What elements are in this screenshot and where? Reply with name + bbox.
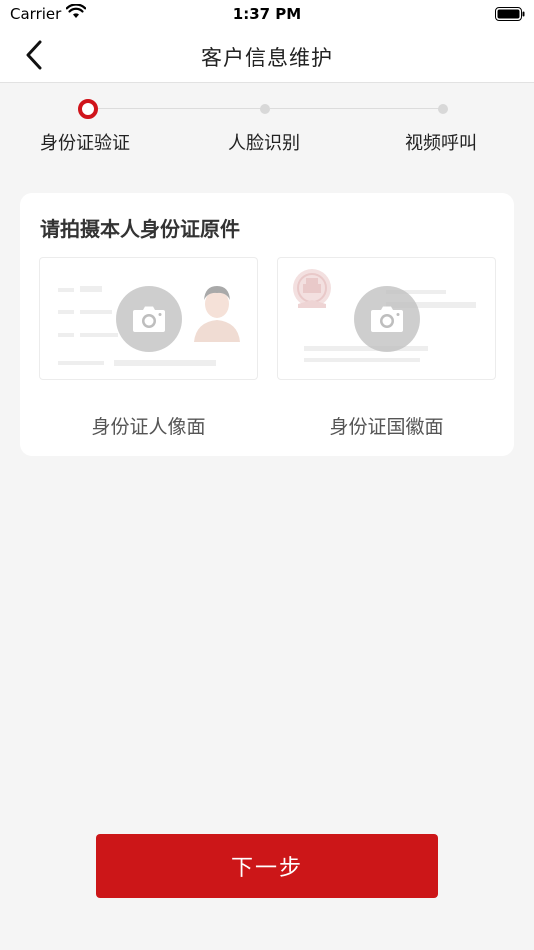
id-back-upload[interactable] <box>277 257 496 380</box>
placeholder-line <box>58 361 104 365</box>
placeholder-line <box>58 333 74 337</box>
clock: 1:37 PM <box>232 5 302 23</box>
avatar-icon <box>194 286 240 342</box>
placeholder-line <box>80 333 118 337</box>
step-connector <box>270 108 440 109</box>
status-bar: Carrier 1:37 PM <box>0 0 534 28</box>
battery-icon <box>495 6 525 25</box>
step-indicator: 身份证验证 人脸识别 视频呼叫 <box>0 83 534 163</box>
camera-icon <box>371 306 403 332</box>
next-button[interactable]: 下一步 <box>96 834 438 898</box>
placeholder-line <box>304 358 420 362</box>
step-dot <box>260 104 270 114</box>
step-dot-active <box>78 99 98 119</box>
placeholder-line <box>58 310 74 314</box>
placeholder-line <box>114 360 216 366</box>
card-title: 请拍摄本人身份证原件 <box>40 217 240 241</box>
camera-icon <box>133 306 165 332</box>
camera-button[interactable] <box>354 286 420 352</box>
placeholder-line <box>58 288 74 292</box>
placeholder-line <box>80 310 112 314</box>
step-label-video: 视频呼叫 <box>405 133 477 154</box>
national-emblem-icon <box>293 269 331 308</box>
placeholder-line <box>80 286 102 292</box>
page-title: 客户信息维护 <box>201 46 333 70</box>
step-label-face: 人脸识别 <box>228 133 300 154</box>
id-front-upload[interactable] <box>39 257 258 380</box>
step-label-id-verify: 身份证验证 <box>40 133 130 154</box>
step-dot <box>438 104 448 114</box>
id-upload-card: 请拍摄本人身份证原件 身份证人像面 身份证国徽面 <box>20 193 514 456</box>
camera-button[interactable] <box>116 286 182 352</box>
placeholder-line <box>304 346 428 351</box>
id-front-label: 身份证人像面 <box>91 416 206 438</box>
nav-bar: 客户信息维护 <box>0 28 534 83</box>
id-back-label: 身份证国徽面 <box>329 416 444 438</box>
screen: Carrier 1:37 PM 客户信息维护 身份证验证 人脸识别 视频呼叫 请… <box>0 0 534 950</box>
step-connector <box>98 108 263 109</box>
